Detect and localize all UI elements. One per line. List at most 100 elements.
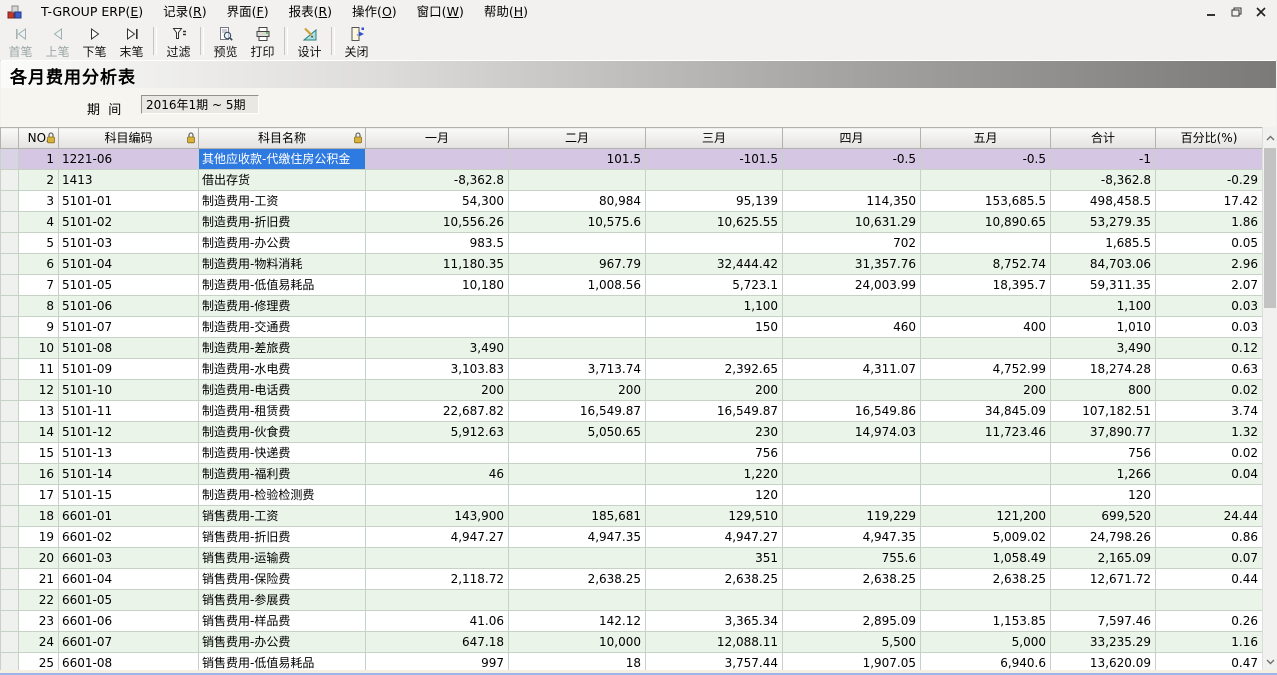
cell[interactable]: 702 <box>783 233 921 254</box>
cell[interactable]: 6601-03 <box>59 548 199 569</box>
cell[interactable]: 1,266 <box>1051 464 1156 485</box>
cell[interactable]: 756 <box>646 443 783 464</box>
cell[interactable] <box>509 548 646 569</box>
cell[interactable]: 制造费用-电话费 <box>199 380 366 401</box>
cell[interactable]: 200 <box>366 380 509 401</box>
cell[interactable]: 10,631.29 <box>783 212 921 233</box>
cell[interactable] <box>783 338 921 359</box>
cell[interactable]: 1 <box>19 149 59 170</box>
cell[interactable] <box>509 590 646 611</box>
close-report-button[interactable]: 关闭 <box>338 25 375 58</box>
cell[interactable]: 8 <box>19 296 59 317</box>
cell[interactable] <box>783 590 921 611</box>
cell[interactable]: 17.42 <box>1156 191 1263 212</box>
cell[interactable]: 16,549.87 <box>646 401 783 422</box>
cell[interactable]: 12,088.11 <box>646 632 783 653</box>
row-indicator[interactable] <box>1 569 19 590</box>
cell[interactable]: 制造费用-修理费 <box>199 296 366 317</box>
cell[interactable] <box>1156 149 1263 170</box>
cell[interactable]: 59,311.35 <box>1051 275 1156 296</box>
cell[interactable]: 2,638.25 <box>921 569 1051 590</box>
cell[interactable]: 6601-01 <box>59 506 199 527</box>
cell[interactable]: 1,685.5 <box>1051 233 1156 254</box>
cell[interactable]: 200 <box>646 380 783 401</box>
cell[interactable] <box>509 296 646 317</box>
cell[interactable]: 1,220 <box>646 464 783 485</box>
cell[interactable]: 755.6 <box>783 548 921 569</box>
cell[interactable]: 销售费用-折旧费 <box>199 527 366 548</box>
cell[interactable]: 400 <box>921 317 1051 338</box>
cell[interactable]: 销售费用-运输费 <box>199 548 366 569</box>
cell[interactable]: 0.44 <box>1156 569 1263 590</box>
cell[interactable]: 5,500 <box>783 632 921 653</box>
cell[interactable]: 4,752.99 <box>921 359 1051 380</box>
menu-item[interactable]: T-GROUP ERP(E) <box>31 0 153 24</box>
row-indicator[interactable] <box>1 191 19 212</box>
cell[interactable]: 699,520 <box>1051 506 1156 527</box>
row-indicator[interactable] <box>1 548 19 569</box>
cell[interactable] <box>509 233 646 254</box>
cell[interactable]: 5101-01 <box>59 191 199 212</box>
row-indicator[interactable] <box>1 527 19 548</box>
row-indicator[interactable] <box>1 233 19 254</box>
cell[interactable]: 54,300 <box>366 191 509 212</box>
cell[interactable]: 14,974.03 <box>783 422 921 443</box>
cell[interactable]: 4,947.35 <box>783 527 921 548</box>
cell[interactable]: 2,392.65 <box>646 359 783 380</box>
cell[interactable]: 24.44 <box>1156 506 1263 527</box>
cell[interactable]: 5101-05 <box>59 275 199 296</box>
cell[interactable] <box>921 170 1051 191</box>
cell[interactable]: 制造费用-低值易耗品 <box>199 275 366 296</box>
row-indicator[interactable] <box>1 485 19 506</box>
cell[interactable]: 5101-06 <box>59 296 199 317</box>
cell[interactable] <box>921 443 1051 464</box>
cell[interactable]: 制造费用-办公费 <box>199 233 366 254</box>
cell[interactable]: 借出存货 <box>199 170 366 191</box>
cell[interactable]: 0.02 <box>1156 443 1263 464</box>
cell[interactable]: 5101-02 <box>59 212 199 233</box>
cell[interactable]: 53,279.35 <box>1051 212 1156 233</box>
cell[interactable]: 10,556.26 <box>366 212 509 233</box>
cell[interactable]: 5,912.63 <box>366 422 509 443</box>
cell[interactable]: 16,549.87 <box>509 401 646 422</box>
column-header[interactable]: 二月 <box>509 128 646 149</box>
cell[interactable]: 5,009.02 <box>921 527 1051 548</box>
cell[interactable] <box>366 443 509 464</box>
cell[interactable]: 200 <box>921 380 1051 401</box>
cell[interactable]: 22,687.82 <box>366 401 509 422</box>
cell[interactable]: 21 <box>19 569 59 590</box>
cell[interactable]: 2 <box>19 170 59 191</box>
cell[interactable]: 756 <box>1051 443 1156 464</box>
cell[interactable] <box>646 233 783 254</box>
cell[interactable]: 5,000 <box>921 632 1051 653</box>
cell[interactable]: 10 <box>19 338 59 359</box>
cell[interactable]: 20 <box>19 548 59 569</box>
column-header[interactable]: 五月 <box>921 128 1051 149</box>
cell[interactable]: 120 <box>1051 485 1156 506</box>
cell[interactable]: 1413 <box>59 170 199 191</box>
cell[interactable]: 1.32 <box>1156 422 1263 443</box>
cell[interactable]: 46 <box>366 464 509 485</box>
cell[interactable]: 销售费用-样品费 <box>199 611 366 632</box>
cell[interactable]: -1 <box>1051 149 1156 170</box>
cell[interactable]: 7,597.46 <box>1051 611 1156 632</box>
cell[interactable]: 120 <box>646 485 783 506</box>
cell[interactable]: 3,103.83 <box>366 359 509 380</box>
column-header[interactable]: 一月 <box>366 128 509 149</box>
cell[interactable]: 12,671.72 <box>1051 569 1156 590</box>
scrollbar-thumb[interactable] <box>1264 148 1276 308</box>
cell[interactable]: 3,490 <box>366 338 509 359</box>
cell[interactable]: 4,947.27 <box>646 527 783 548</box>
row-indicator[interactable] <box>1 506 19 527</box>
cell[interactable]: 230 <box>646 422 783 443</box>
cell[interactable]: 114,350 <box>783 191 921 212</box>
cell[interactable]: 5101-07 <box>59 317 199 338</box>
row-indicator[interactable] <box>1 380 19 401</box>
cell[interactable] <box>509 464 646 485</box>
cell[interactable]: 制造费用-折旧费 <box>199 212 366 233</box>
cell[interactable] <box>921 590 1051 611</box>
cell[interactable] <box>921 296 1051 317</box>
cell[interactable]: 6 <box>19 254 59 275</box>
vertical-scrollbar[interactable] <box>1262 127 1277 673</box>
cell[interactable]: 0.12 <box>1156 338 1263 359</box>
